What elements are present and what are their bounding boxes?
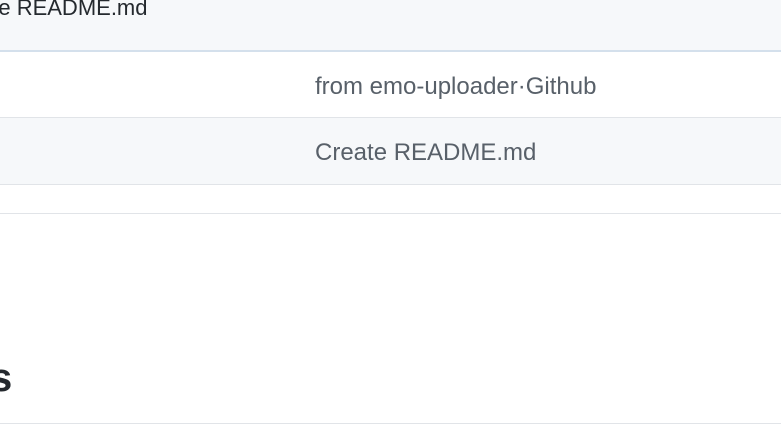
file-row[interactable]: Create README.md xyxy=(0,118,781,185)
file-row-commit-message[interactable]: from emo-uploader·Github xyxy=(315,72,596,102)
file-list-footer xyxy=(0,185,781,214)
repository-file-list-view: ate README.md from emo-uploader·Github C… xyxy=(0,0,781,439)
heading-divider xyxy=(0,423,781,424)
file-row-commit-message[interactable]: Create README.md xyxy=(315,138,536,168)
latest-commit-message[interactable]: ate README.md xyxy=(0,0,148,22)
latest-commit-header: ate README.md xyxy=(0,0,781,52)
readme-heading: s xyxy=(0,356,13,400)
file-row[interactable]: from emo-uploader·Github xyxy=(0,52,781,118)
